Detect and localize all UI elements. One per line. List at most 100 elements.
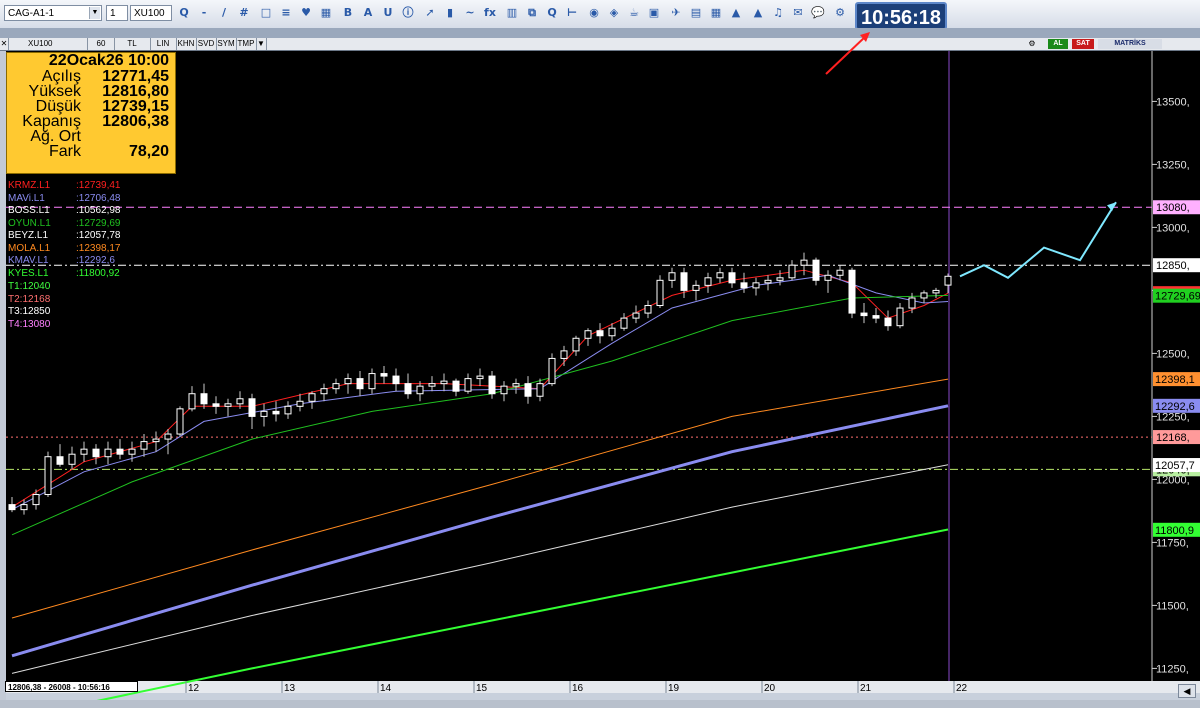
candle-body xyxy=(500,385,508,395)
ohlc-value: 78,20 xyxy=(128,143,169,160)
candle-body xyxy=(104,448,112,458)
candle-body xyxy=(848,269,856,314)
series-line xyxy=(11,378,949,619)
ohlc-value: 12816,80 xyxy=(102,83,169,100)
candle-body xyxy=(860,312,868,317)
y-tick-label: 11750, xyxy=(1156,537,1189,549)
candle-body xyxy=(440,380,448,385)
series-line xyxy=(11,404,949,658)
candle-body xyxy=(272,410,280,415)
candle-body xyxy=(752,282,760,289)
candle-body xyxy=(80,448,88,455)
y-tick-label: 11250, xyxy=(1156,663,1189,675)
x-tick-label: 21 xyxy=(860,683,872,694)
y-tick-label: 11500, xyxy=(1156,600,1189,612)
indicator-row[interactable]: BEYZ.L1 :12057,78 xyxy=(8,230,121,243)
candle-body xyxy=(572,337,580,352)
ohlc-row-low: Düşük 12739,15 xyxy=(7,98,175,115)
ohlc-info-box: 22Ocak26 10:00 Açılış 12771,45 Yüksek 1281… xyxy=(6,52,176,174)
ohlc-label: Yüksek xyxy=(28,83,81,100)
indicator-row[interactable]: MOLA.L1:12398,17 xyxy=(8,243,121,256)
last-price-info: 12806,38 - 26008 - 10:56:16 xyxy=(5,681,138,692)
candle-body xyxy=(200,393,208,405)
annotation-arrow xyxy=(825,35,867,75)
candle-body xyxy=(812,259,820,281)
candle-body xyxy=(608,327,616,337)
x-tick-label: 22 xyxy=(956,683,968,694)
ohlc-row-close: Kapanış 12806,38 xyxy=(7,113,175,130)
indicator-row[interactable]: OYUN.L1:12729,69 xyxy=(8,218,121,231)
candle-body xyxy=(464,378,472,392)
series-line xyxy=(58,528,949,708)
axis-tag-label: 11800,9 xyxy=(1155,525,1194,537)
axis-tag-label: 12729,69 xyxy=(1155,291,1200,303)
indicator-value: :12739,41 xyxy=(76,180,121,191)
x-tick-label: 12 xyxy=(188,683,200,694)
candle-body xyxy=(152,438,160,443)
candle-body xyxy=(884,317,892,327)
ohlc-row-high: Yüksek 12816,80 xyxy=(7,83,175,100)
indicator-row[interactable]: BOSS.L1:10562,98 xyxy=(8,205,121,218)
forecast-line xyxy=(959,201,1117,279)
candle-body xyxy=(212,403,220,407)
candle-body xyxy=(344,378,352,385)
indicator-row[interactable]: KMAV.L1:12292,6 xyxy=(8,255,121,268)
candle-body xyxy=(644,305,652,314)
target-row: T4:13080 xyxy=(8,318,51,330)
ohlc-label: Düşük xyxy=(35,98,81,115)
candle-body xyxy=(404,383,412,395)
candle-body xyxy=(536,383,544,397)
candle-body xyxy=(260,410,268,417)
price-chart[interactable]: 11250,11500,11750,12000,12250,12500,1275… xyxy=(0,0,1200,708)
x-tick-label: 15 xyxy=(476,683,488,694)
candle-body xyxy=(140,441,148,450)
ohlc-value: 12806,38 xyxy=(102,113,169,130)
candle-body xyxy=(680,272,688,291)
ohlc-row-open: Açılış 12771,45 xyxy=(7,68,175,85)
indicator-row[interactable]: KRMZ.L1 :12739,41 xyxy=(8,180,121,193)
candle-body xyxy=(620,317,628,329)
candle-body xyxy=(176,408,184,435)
indicator-row[interactable]: MAVi.L1 :12706,48 xyxy=(8,193,121,206)
candle-body xyxy=(824,274,832,281)
candle-body xyxy=(380,373,388,377)
candle-body xyxy=(776,277,784,281)
candle-body xyxy=(728,272,736,284)
candle-body xyxy=(668,272,676,281)
candle-body xyxy=(296,400,304,407)
indicator-value: :12706,48 xyxy=(76,192,121,204)
indicator-row[interactable]: KYES.L1 :11800,92 xyxy=(8,268,121,281)
candle-body xyxy=(920,292,928,299)
candle-body xyxy=(248,398,256,417)
level-tag-label: 12850, xyxy=(1156,260,1190,272)
candle-body xyxy=(740,282,748,289)
axis-tag-label: 12292,6 xyxy=(1155,401,1195,413)
indicator-value: :12057,78 xyxy=(76,230,121,241)
candle-body xyxy=(56,456,64,465)
axis-tag-label: 12398,1 xyxy=(1155,374,1195,386)
candle-body xyxy=(704,277,712,286)
x-tick-label: 14 xyxy=(380,683,392,694)
indicator-name: MAVi.L1 xyxy=(8,192,45,204)
y-tick-label: 12500, xyxy=(1156,348,1190,360)
indicator-name: OYUN.L1 xyxy=(8,217,51,229)
indicator-name: KYES.L1 xyxy=(8,267,49,279)
indicator-name: KRMZ.L1 xyxy=(8,180,51,191)
candle-body xyxy=(8,504,16,511)
candle-body xyxy=(416,385,424,395)
candle-body xyxy=(932,289,940,294)
candle-body xyxy=(44,456,52,496)
indicator-value: :11800,92 xyxy=(76,267,120,279)
candle-body xyxy=(332,383,340,390)
x-tick-label: 16 xyxy=(572,683,584,694)
candle-body xyxy=(188,393,196,410)
candle-body xyxy=(836,269,844,276)
candle-body xyxy=(944,275,952,286)
candle-body xyxy=(788,264,796,279)
ohlc-value: 12771,45 xyxy=(102,68,169,85)
scroll-right-icon[interactable]: ◀ xyxy=(1178,684,1196,698)
indicator-value: :12398,17 xyxy=(76,242,121,254)
indicator-name: BEYZ.L1 xyxy=(8,230,49,241)
candle-body xyxy=(872,315,880,319)
candle-body xyxy=(512,383,520,387)
